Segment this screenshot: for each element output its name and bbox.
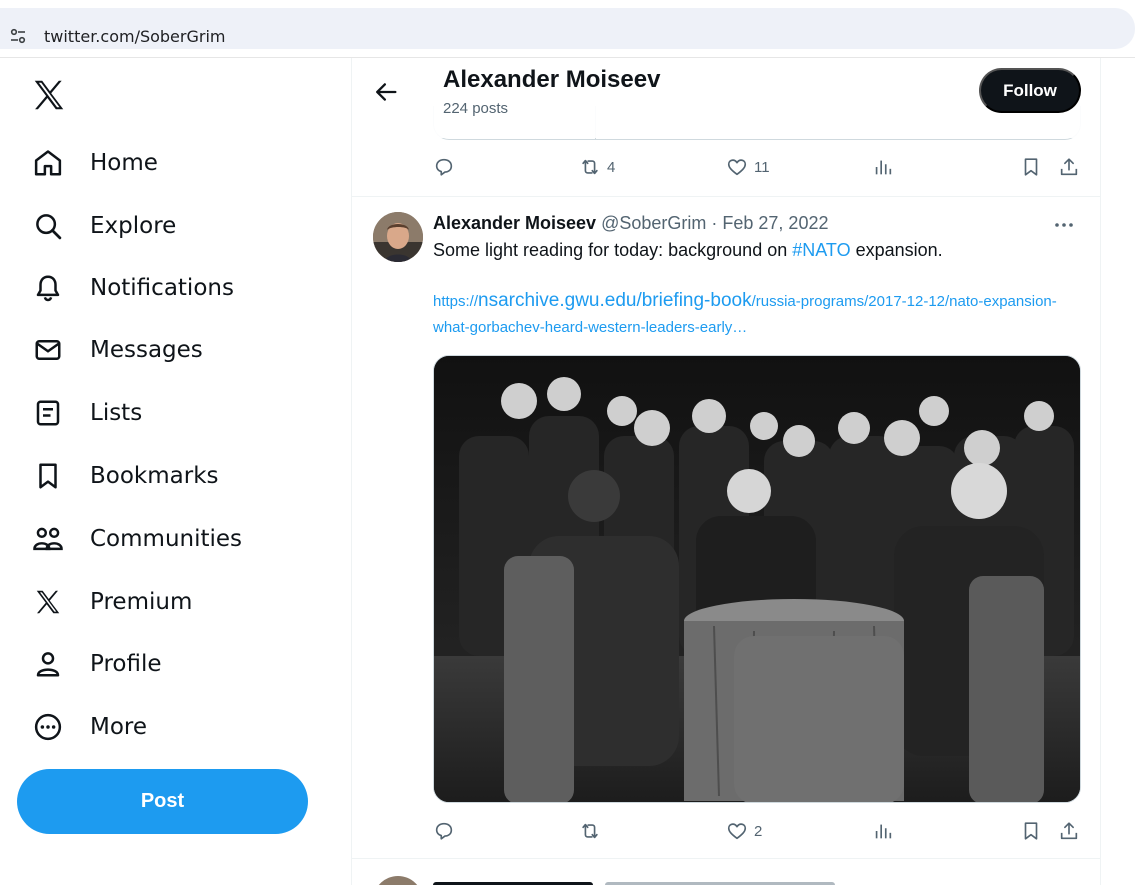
tweet-meta-separator: · (706, 213, 723, 233)
sidebar-item-lists[interactable]: Lists (30, 388, 142, 438)
share-icon (1060, 158, 1078, 176)
share-button[interactable] (1058, 820, 1080, 842)
profile-name: Alexander Moiseev (443, 66, 661, 93)
tweet-author-name[interactable]: Alexander Moiseev (433, 213, 596, 233)
sidebar-item-messages[interactable]: Messages (30, 325, 203, 375)
heart-icon (727, 823, 747, 840)
back-arrow-icon[interactable] (372, 78, 400, 106)
sidebar-item-premium[interactable]: Premium (30, 577, 192, 627)
like-count: 2 (754, 822, 763, 840)
sidebar-item-notifications[interactable]: Notifications (30, 263, 234, 313)
sidebar-item-explore[interactable]: Explore (30, 201, 176, 251)
url-field[interactable]: twitter.com/SoberGrim (0, 8, 1135, 49)
sidebar-item-label: Explore (90, 213, 177, 239)
main-column: 4 11 Alexander Moiseev @SoberGrim · Feb … (351, 58, 1101, 885)
x-logo-icon (30, 584, 66, 620)
like-count: 11 (754, 158, 770, 176)
views-button[interactable] (872, 156, 894, 178)
previous-tweet-actions: 4 11 (433, 156, 1081, 186)
like-button[interactable]: 2 (726, 820, 762, 842)
sidebar-item-label: Profile (90, 651, 162, 677)
home-icon (30, 145, 66, 181)
link-prefix: https:// (433, 293, 479, 310)
x-logo-icon[interactable] (30, 76, 68, 114)
reply-button[interactable] (433, 820, 455, 842)
post-count: 224 posts (443, 100, 509, 117)
sidebar-item-label: Messages (90, 337, 203, 363)
share-icon (1060, 822, 1078, 840)
reply-icon (435, 822, 453, 840)
retweet-button[interactable]: 4 (579, 156, 615, 178)
tweet-photo[interactable] (433, 355, 1081, 803)
list-icon (30, 395, 66, 431)
reply-button[interactable] (433, 156, 455, 178)
tweet-text-part: expansion. (850, 240, 943, 260)
tweet-link[interactable]: https://nsarchive.gwu.edu/briefing-book/… (433, 288, 1073, 341)
views-button[interactable] (872, 820, 894, 842)
bookmark-button[interactable] (1020, 156, 1042, 178)
retweet-icon (582, 159, 598, 175)
sidebar: Home Explore Notifications Messages List… (0, 58, 350, 885)
sidebar-item-communities[interactable]: Communities (30, 514, 242, 564)
share-button[interactable] (1058, 156, 1080, 178)
analytics-icon (875, 824, 892, 839)
link-domain: nsarchive.gwu.edu/briefing-book (478, 290, 752, 311)
bookmark-icon (1024, 822, 1038, 840)
mail-icon (30, 332, 66, 368)
photo-image (434, 356, 1080, 802)
retweet-icon (582, 823, 598, 839)
like-button[interactable]: 11 (726, 156, 770, 178)
profile-header: Alexander Moiseev 224 posts Follow (352, 58, 1100, 138)
divider (352, 858, 1100, 859)
more-options-icon[interactable] (1052, 213, 1076, 237)
tweet-handle[interactable]: @SoberGrim (601, 213, 706, 233)
url-text: twitter.com/SoberGrim (44, 27, 226, 46)
tweet-date[interactable]: Feb 27, 2022 (722, 213, 828, 233)
sidebar-item-label: Lists (90, 400, 143, 426)
tweet-header: Alexander Moiseev @SoberGrim · Feb 27, 2… (433, 213, 828, 234)
sidebar-item-label: Notifications (90, 275, 234, 301)
sidebar-item-label: More (90, 714, 148, 740)
sidebar-item-label: Communities (90, 526, 243, 552)
bell-icon (30, 270, 66, 306)
browser-address-bar: twitter.com/SoberGrim (0, 0, 1135, 58)
reply-icon (435, 158, 453, 176)
site-settings-icon[interactable] (8, 26, 28, 46)
retweet-count: 4 (607, 158, 616, 176)
sidebar-item-label: Bookmarks (90, 463, 219, 489)
next-tweet-partial[interactable] (373, 876, 1093, 885)
retweet-button[interactable] (579, 820, 601, 842)
sidebar-item-label: Home (90, 150, 158, 176)
bookmark-icon (1024, 158, 1038, 176)
analytics-icon (875, 160, 892, 175)
sidebar-item-profile[interactable]: Profile (30, 639, 162, 689)
search-icon (30, 208, 66, 244)
sidebar-item-more[interactable]: More (30, 702, 147, 752)
bookmark-icon (30, 458, 66, 494)
avatar[interactable] (373, 212, 423, 262)
heart-icon (727, 159, 747, 176)
hashtag-link[interactable]: #NATO (792, 240, 850, 260)
follow-button[interactable]: Follow (979, 68, 1081, 113)
sidebar-item-home[interactable]: Home (30, 138, 158, 188)
person-icon (30, 646, 66, 682)
communities-icon (30, 521, 66, 557)
more-circle-icon (30, 709, 66, 745)
tweet-actions: 2 (433, 820, 1081, 850)
post-button[interactable]: Post (17, 769, 308, 834)
sidebar-item-bookmarks[interactable]: Bookmarks (30, 451, 219, 501)
bookmark-button[interactable] (1020, 820, 1042, 842)
tweet-text-part: Some light reading for today: background… (433, 240, 793, 260)
sidebar-item-label: Premium (90, 589, 193, 615)
divider (352, 196, 1100, 197)
tweet-text: Some light reading for today: background… (433, 240, 943, 261)
